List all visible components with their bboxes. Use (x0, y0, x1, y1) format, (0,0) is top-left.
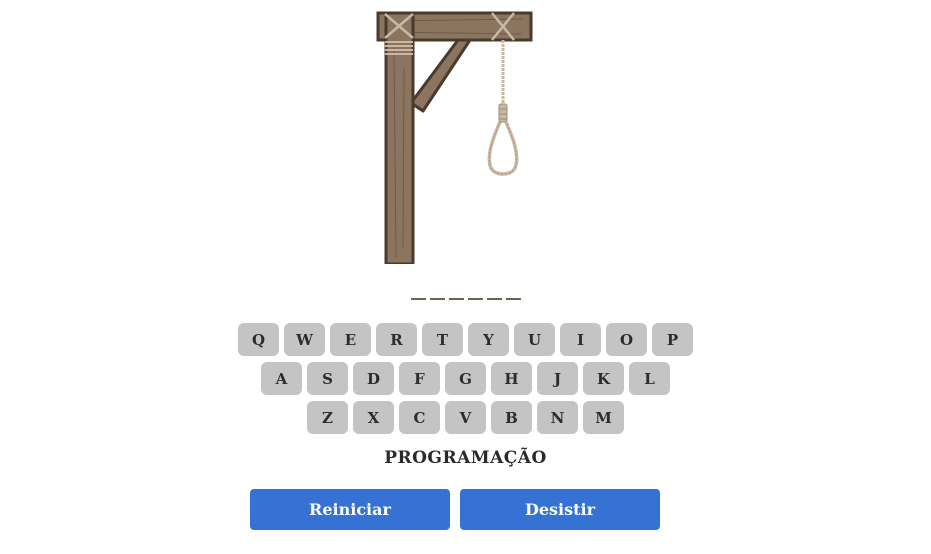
letter-key-k[interactable]: K (583, 362, 624, 395)
letter-key-p[interactable]: P (652, 323, 693, 356)
letter-key-i[interactable]: I (560, 323, 601, 356)
letter-blank (486, 298, 502, 300)
keyboard-row: ASDFGHJKL (0, 362, 931, 395)
letter-key-q[interactable]: Q (238, 323, 279, 356)
keyboard-row: ZXCVBNM (0, 401, 931, 434)
letter-key-o[interactable]: O (606, 323, 647, 356)
letter-key-c[interactable]: C (399, 401, 440, 434)
letter-key-f[interactable]: F (399, 362, 440, 395)
letter-keyboard: QWERTYUIOP ASDFGHJKL ZXCVBNM (0, 323, 931, 440)
letter-blank (429, 298, 445, 300)
letter-key-j[interactable]: J (537, 362, 578, 395)
letter-blank (505, 298, 521, 300)
letter-key-v[interactable]: V (445, 401, 486, 434)
quit-button[interactable]: Desistir (460, 489, 660, 530)
letter-key-r[interactable]: R (376, 323, 417, 356)
letter-key-g[interactable]: G (445, 362, 486, 395)
letter-key-x[interactable]: X (353, 401, 394, 434)
letter-key-y[interactable]: Y (468, 323, 509, 356)
letter-key-n[interactable]: N (537, 401, 578, 434)
restart-button[interactable]: Reiniciar (250, 489, 450, 530)
letter-key-z[interactable]: Z (307, 401, 348, 434)
category-label: PROGRAMAÇÃO (384, 448, 547, 468)
letter-key-d[interactable]: D (353, 362, 394, 395)
letter-blank (410, 298, 426, 300)
letter-key-a[interactable]: A (261, 362, 302, 395)
letter-key-t[interactable]: T (422, 323, 463, 356)
letter-key-u[interactable]: U (514, 323, 555, 356)
letter-key-s[interactable]: S (307, 362, 348, 395)
letter-key-b[interactable]: B (491, 401, 532, 434)
gallows-image (376, 11, 533, 264)
keyboard-row: QWERTYUIOP (0, 323, 931, 356)
letter-key-m[interactable]: M (583, 401, 624, 434)
letter-blank (467, 298, 483, 300)
word-display (0, 283, 931, 300)
letter-blank (448, 298, 464, 300)
letter-key-l[interactable]: L (629, 362, 670, 395)
letter-key-w[interactable]: W (284, 323, 325, 356)
letter-key-e[interactable]: E (330, 323, 371, 356)
letter-key-h[interactable]: H (491, 362, 532, 395)
